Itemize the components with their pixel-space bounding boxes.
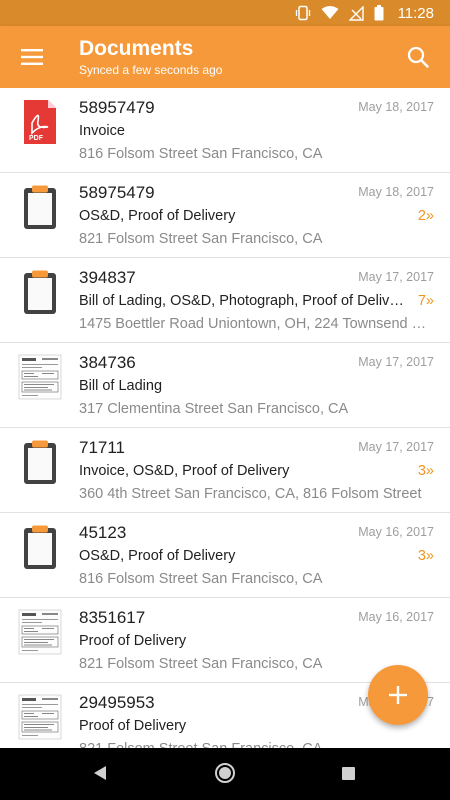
document-type: OS&D, Proof of Delivery	[79, 208, 236, 224]
home-button[interactable]	[215, 763, 235, 783]
document-date: May 18, 2017	[358, 185, 434, 199]
back-button[interactable]	[92, 765, 108, 786]
scanned-document-icon	[18, 353, 62, 401]
recents-button[interactable]	[342, 767, 355, 780]
home-icon	[219, 767, 231, 779]
document-number: 58975479	[79, 183, 155, 202]
document-date: May 18, 2017	[358, 100, 434, 114]
scanned-document-icon	[18, 608, 62, 656]
document-number: 58957479	[79, 98, 155, 117]
clipboard-icon	[18, 183, 62, 231]
document-number: 45123	[79, 523, 127, 542]
document-type: Proof of Delivery	[79, 633, 187, 649]
document-address: 821 Folsom Street San Francisco, CA	[79, 740, 434, 748]
document-number: 394837	[79, 268, 136, 287]
search-icon	[407, 46, 429, 68]
document-row[interactable]: PDF 58957479 Invoice 816 Folsom Street San …	[0, 88, 450, 173]
no-signal-icon	[348, 5, 364, 21]
vibrate-icon	[295, 5, 311, 21]
menu-button[interactable]	[14, 39, 50, 75]
document-number: 29495953	[79, 693, 155, 712]
svg-text:PDF: PDF	[29, 135, 44, 142]
document-date: May 17, 2017	[358, 440, 434, 454]
attachment-count[interactable]: 3»	[418, 548, 434, 564]
status-bar: 11:28	[0, 0, 450, 26]
hamburger-menu-icon	[21, 49, 43, 65]
document-row[interactable]: 384736 Bill of Lading 317 Clementina Stree…	[0, 343, 450, 428]
document-address: 816 Folsom Street San Francisco, CA	[79, 146, 323, 162]
document-address: 360 4th Street San Francisco, CA, 816 Fo…	[79, 486, 422, 502]
app-bar: Documents Synced a few seconds ago	[0, 26, 450, 88]
document-type: OS&D, Proof of Delivery	[79, 548, 236, 564]
document-number: 71711	[79, 438, 126, 457]
page-title: Documents	[79, 37, 194, 60]
add-document-button[interactable]	[368, 665, 428, 725]
sync-status: Synced a few seconds ago	[79, 63, 223, 77]
document-row[interactable]: 71711 Invoice, OS&D, Proof of Delivery 360…	[0, 428, 450, 513]
document-address: 821 Folsom Street San Francisco, CA	[79, 231, 323, 247]
document-type: Bill of Lading	[79, 378, 163, 394]
wifi-icon	[321, 6, 339, 20]
document-date: May 17, 2017	[358, 355, 434, 369]
clipboard-icon	[18, 523, 62, 571]
battery-icon	[374, 5, 384, 21]
document-date: May 17, 2017	[358, 270, 434, 284]
attachment-count[interactable]: 7»	[418, 293, 434, 309]
attachment-count[interactable]: 3»	[418, 463, 434, 479]
attachment-count[interactable]: 2»	[418, 208, 434, 224]
navigation-bar	[0, 748, 450, 800]
document-address: 317 Clementina Street San Francisco, CA	[79, 401, 349, 417]
document-number: 8351617	[79, 608, 146, 627]
document-date: May 16, 2017	[358, 610, 434, 624]
title-block: Documents Synced a few seconds ago	[79, 37, 222, 78]
document-list[interactable]: PDF 58957479 Invoice 816 Folsom Street San …	[0, 88, 450, 748]
document-type: Invoice	[79, 123, 125, 139]
scanned-document-icon	[18, 693, 62, 741]
document-row[interactable]: 45123 OS&D, Proof of Delivery 816 Folsom S…	[0, 513, 450, 598]
search-button[interactable]	[400, 39, 436, 75]
clipboard-icon	[18, 268, 62, 316]
document-date: May 16, 2017	[358, 525, 434, 539]
status-time: 11:28	[397, 4, 434, 22]
document-address: 1475 Boettler Road Uniontown, OH, 224 To…	[79, 316, 434, 332]
document-row[interactable]: 394837 Bill of Lading, OS&D, Photograph, …	[0, 258, 450, 343]
document-type: Bill of Lading, OS&D, Photograph, Proof …	[79, 293, 409, 309]
document-number: 384736	[79, 353, 136, 372]
pdf-icon: PDF	[18, 98, 62, 146]
document-type: Invoice, OS&D, Proof of Delivery	[79, 463, 290, 479]
document-row[interactable]: 58975479 OS&D, Proof of Delivery 821 Folso…	[0, 173, 450, 258]
document-type: Proof of Delivery	[79, 718, 187, 734]
clipboard-icon	[18, 438, 62, 486]
back-icon	[94, 766, 106, 780]
document-address: 816 Folsom Street San Francisco, CA	[79, 571, 323, 587]
add-icon	[389, 686, 407, 704]
